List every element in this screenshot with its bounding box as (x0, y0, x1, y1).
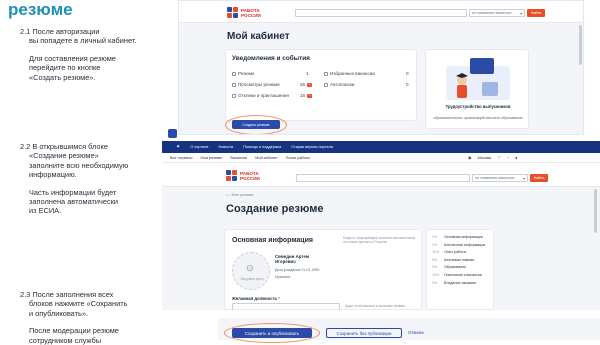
heart-icon[interactable]: ♡ (497, 155, 501, 160)
logo-text: РАБОТА РОССИИ (241, 7, 261, 18)
logo[interactable]: РАБОТА РОССИИ (226, 170, 266, 181)
logo-text: РАБОТА РОССИИ (240, 170, 260, 181)
nav-link[interactable]: Мои резюме (201, 156, 223, 160)
mail-icon (232, 93, 236, 98)
sidebar-item[interactable]: 2% Контактная информация (432, 242, 488, 250)
eye-icon[interactable]: ◉ (468, 155, 472, 160)
gender: Мужчина (275, 275, 291, 279)
desired-position-input[interactable] (232, 303, 340, 310)
search-icon (324, 82, 328, 87)
chevron-down-icon: ▾ (523, 176, 525, 181)
step-2-3-text: 2.3 После заполнения всех блоков нажмите… (20, 290, 128, 345)
search-type-select[interactable]: по названию вакансии ▾ (472, 174, 528, 182)
scrollbar[interactable] (579, 25, 582, 65)
star-icon (324, 71, 328, 76)
sidebar-item[interactable]: 5% Образование (432, 264, 488, 272)
sidebar-item[interactable]: 10% Опыт работы (432, 249, 488, 257)
camera-icon: ⊙ (246, 263, 254, 273)
resume-form-card: Основная информация Раздел с информацией… (224, 229, 422, 310)
upload-photo-label: Загрузить фото (240, 277, 264, 281)
new-badge: + (307, 94, 313, 98)
promo-title: Трудоустройство выпускников (445, 104, 511, 109)
section-title: Основная информация (232, 237, 313, 244)
save-draft-button[interactable]: Сохранить без публикации (326, 328, 402, 338)
step-2-1-text: 2.1 После авторизации вы попадете в личн… (20, 27, 137, 82)
save-publish-button[interactable]: Сохранить и опубликовать (232, 328, 312, 338)
nav-link[interactable]: Поиск работы (286, 156, 310, 160)
page-title: Создание резюме (226, 203, 324, 215)
logo[interactable]: РАБОТА РОССИИ (227, 7, 267, 18)
step-number: 2.3 (20, 290, 31, 299)
notifications-card: Уведомления и события Резюме 1 Избранные… (225, 49, 417, 121)
find-button[interactable]: Найти (527, 9, 545, 17)
person-name: Семедин Артем Игоревич (275, 254, 310, 265)
home-icon: ⌂ (226, 193, 229, 197)
step-number: 2.2 (20, 142, 31, 151)
sidebar-item[interactable]: 2% Основная информация (432, 234, 488, 242)
search-input[interactable] (295, 9, 467, 17)
desired-position-label: Желаемая должность * (232, 296, 280, 301)
graduate-illustration (446, 58, 510, 100)
scrollbar[interactable] (594, 189, 597, 233)
birth-date: Дата рождения 01.01.1990 (275, 268, 320, 272)
nav-link[interactable]: Все сервисы (170, 156, 193, 160)
notifications-title: Уведомления и события (232, 55, 310, 62)
promo-card[interactable]: Трудоустройство выпускников образователь… (425, 49, 529, 129)
page-title: Мой кабинет (227, 31, 290, 42)
sidebar-item[interactable]: 5% Ключевые навыки (432, 257, 488, 265)
side-widget-icon[interactable] (168, 129, 177, 138)
screenshot-my-cabinet: РАБОТА РОССИИ по названию вакансии ▾ Найт… (178, 0, 584, 135)
gov-emblem-icon: ✦ (176, 144, 181, 150)
eye-icon (232, 82, 236, 87)
desired-position-hint: Будет отображаться в заголовке резюме (345, 304, 406, 308)
bell-icon[interactable]: ◔ (507, 155, 509, 160)
top-link[interactable]: Новости (219, 145, 234, 149)
promo-text: образовательных организаций высшего обра… (433, 116, 523, 120)
top-link[interactable]: Старая версия портала (291, 145, 333, 149)
nav-link[interactable]: Вакансии (230, 156, 247, 160)
cancel-link[interactable]: Отмена (408, 330, 424, 335)
photo-upload[interactable]: ⊙ Загрузить фото (232, 252, 270, 290)
logo-icon (226, 170, 237, 181)
sidebar-item[interactable]: 15% Пожелания к вакансии (432, 272, 488, 280)
search-type-select[interactable]: по названию вакансии ▾ (469, 9, 525, 17)
notification-row[interactable]: Резюме 1 Избранные вакансии 0 (232, 71, 412, 76)
step-number: 2.1 (20, 27, 31, 36)
logo-icon (227, 7, 238, 18)
create-resume-button[interactable]: Создать резюме (232, 120, 280, 129)
user-tools: ◉ Москва ♡ ◔ ● (468, 155, 518, 160)
screenshot-save-actions: Сохранить и опубликовать Сохранить без п… (218, 318, 600, 343)
progress-sidebar: 2% Основная информация 2% Контактная инфор… (426, 229, 494, 310)
section-title: резюме (8, 0, 73, 19)
top-link[interactable]: О портале (190, 145, 208, 149)
notification-row[interactable]: Отклики и приглашения 16 + (232, 93, 412, 98)
notification-row[interactable]: Просмотры резюме 26 + Автопоиски 0 (232, 82, 412, 87)
info-note: Раздел с информацией заполнен автоматиче… (343, 236, 416, 244)
breadcrumb[interactable]: ⌂ › Мое резюме (226, 193, 254, 197)
nav-link[interactable]: Мой кабинет (255, 156, 277, 160)
user-icon[interactable]: ● (515, 155, 517, 160)
top-link[interactable]: Помощь и поддержка (243, 145, 281, 149)
resume-icon (232, 71, 236, 76)
chevron-down-icon: ▾ (520, 11, 522, 16)
step-2-2-text: 2.2 В открывшимся блоке «Создание резюме… (20, 142, 129, 216)
top-bar: ✦ О портале Новости Помощь и поддержка С… (162, 141, 600, 153)
find-button[interactable]: Найти (530, 174, 548, 182)
location-label[interactable]: Москва (478, 155, 492, 160)
search-input[interactable] (296, 174, 470, 182)
new-badge: + (307, 83, 313, 87)
sidebar-item[interactable]: 5% Владение языками (432, 280, 488, 288)
screenshot-create-resume: ✦ О портале Новости Помощь и поддержка С… (162, 141, 600, 310)
nav-bar: Все сервисы Мои резюме Вакансии Мой каби… (162, 153, 600, 163)
